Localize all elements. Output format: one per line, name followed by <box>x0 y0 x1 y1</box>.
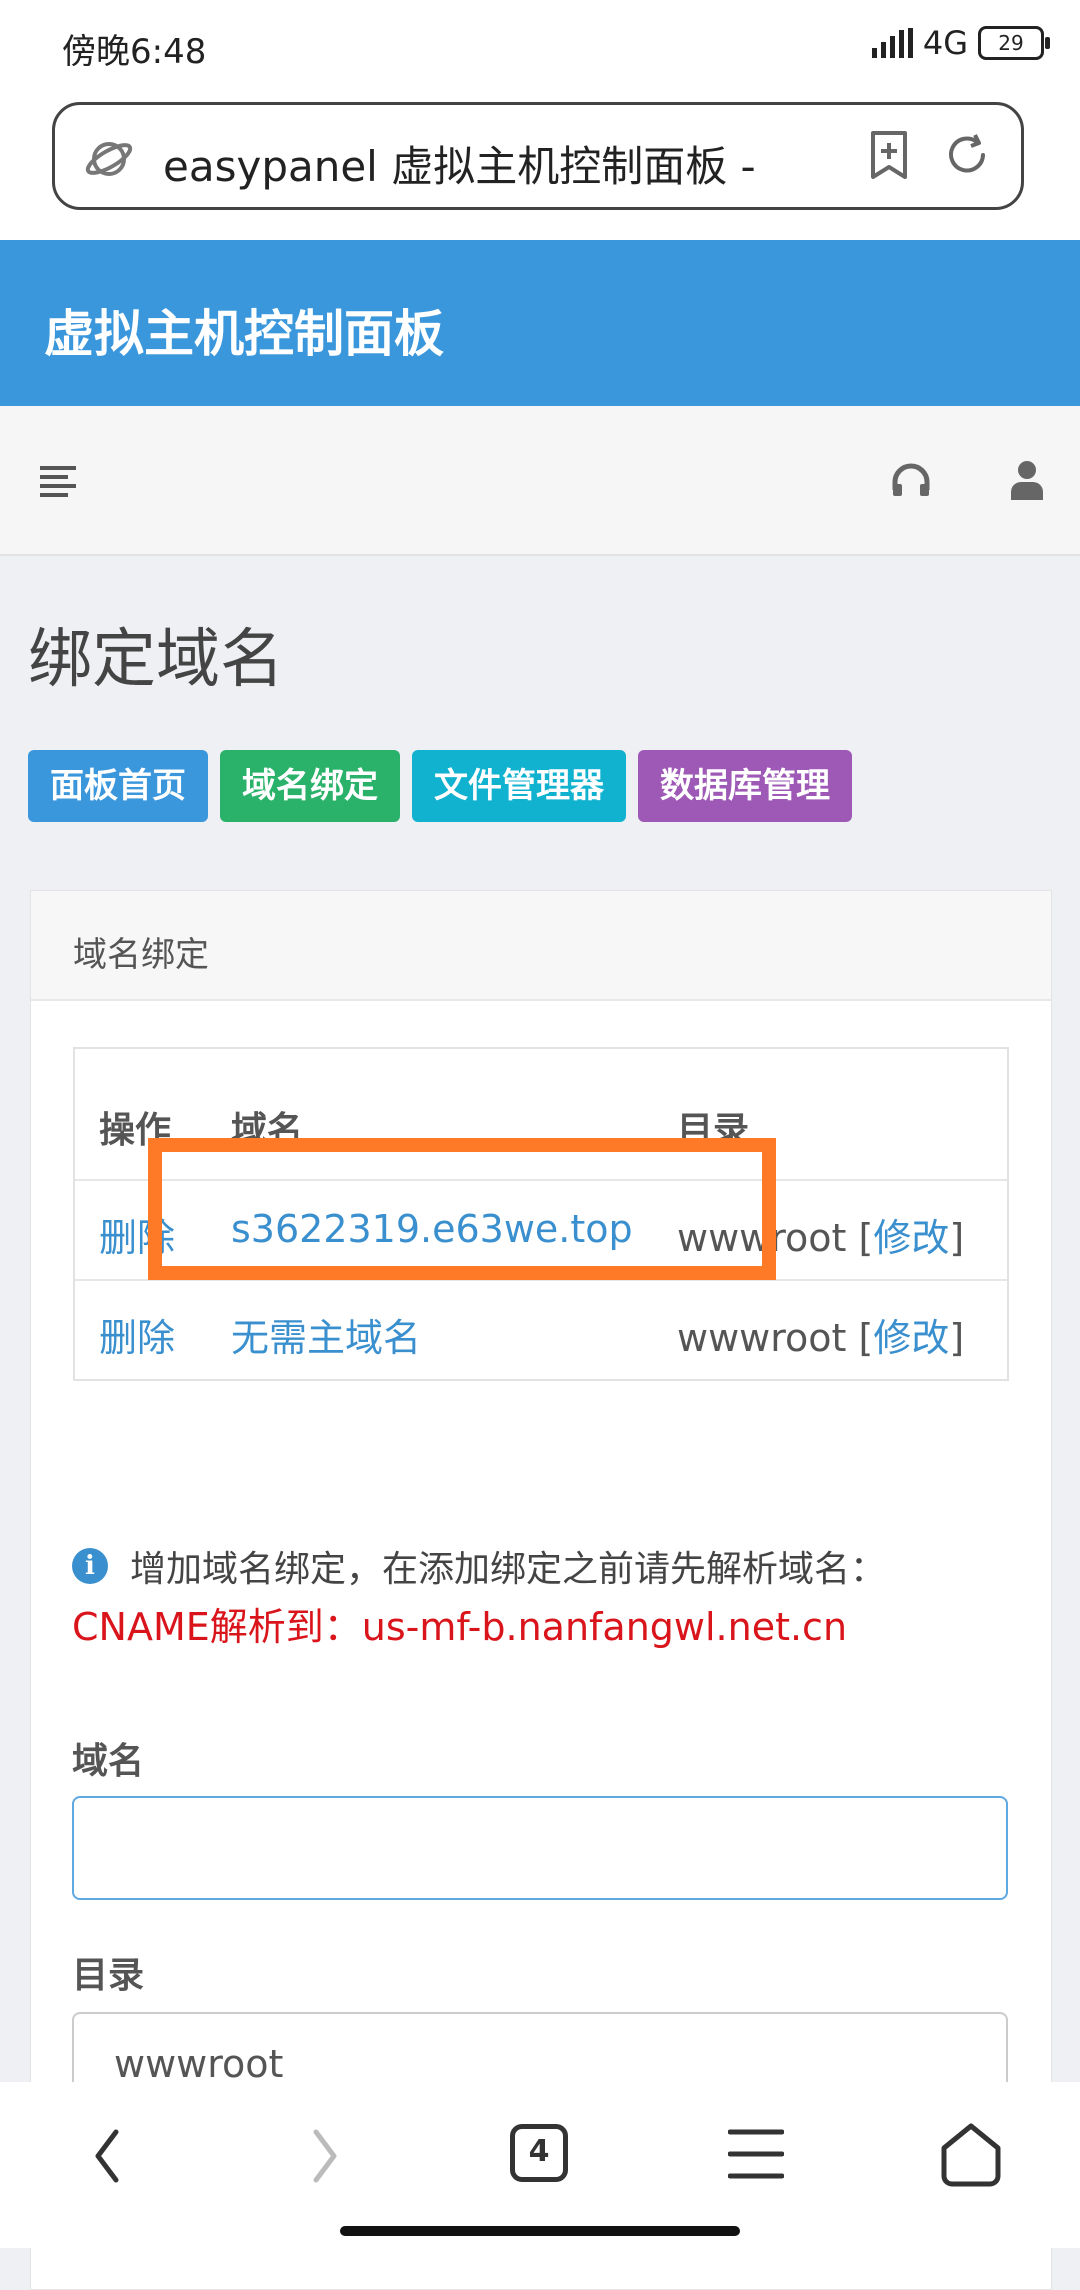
info-text: 增加域名绑定，在添加绑定之前请先解析域名： <box>130 1549 887 1590</box>
directory-field-label: 目录 <box>72 1955 145 1996</box>
info-icon: i <box>72 1548 108 1584</box>
menu-icon[interactable] <box>40 462 80 498</box>
tabs-button[interactable]: 4 <box>510 2124 568 2182</box>
tab-count: 4 <box>528 2134 550 2169</box>
status-indicators: 4G 29 <box>871 24 1050 62</box>
user-icon[interactable] <box>1010 460 1044 500</box>
domain-binding-button[interactable]: 域名绑定 <box>220 750 400 822</box>
app-header: 虚拟主机控制面板 <box>0 240 1080 406</box>
highlight-box <box>148 1138 776 1280</box>
delete-link[interactable]: 删除 <box>99 1307 175 1362</box>
refresh-icon[interactable] <box>941 129 993 181</box>
edit-link[interactable]: 修改 <box>873 1216 949 1260</box>
forward-icon[interactable] <box>310 2128 340 2184</box>
cname-instruction: CNAME解析到：us-mf-b.nanfangwl.net.cn <box>72 1605 848 1649</box>
card-header: 域名绑定 <box>31 891 1051 1001</box>
home-icon[interactable] <box>938 2120 1004 2188</box>
hamburger-menu-icon[interactable] <box>728 2128 784 2180</box>
browser-address-bar: easypanel 虚拟主机控制面板 - <box>0 96 1080 240</box>
status-time: 傍晚6:48 <box>62 32 207 72</box>
panel-home-button[interactable]: 面板首页 <box>28 750 208 822</box>
signal-icon <box>871 28 913 58</box>
battery-icon: 29 <box>978 26 1050 60</box>
card-title: 域名绑定 <box>73 935 209 975</box>
domain-input[interactable] <box>72 1796 1008 1900</box>
table-row: 删除 无需主域名 wwwroot [修改] <box>75 1279 1007 1379</box>
database-manager-button[interactable]: 数据库管理 <box>638 750 852 822</box>
browser-bottom-nav: 4 <box>0 2082 1080 2248</box>
site-planet-icon <box>85 142 133 176</box>
url-box[interactable]: easypanel 虚拟主机控制面板 - <box>52 102 1024 210</box>
headset-support-icon[interactable] <box>890 462 932 500</box>
directory-value: wwwroot <box>677 1316 847 1360</box>
top-toolbar <box>0 406 1080 556</box>
domain-link[interactable]: 无需主域名 <box>231 1307 421 1362</box>
info-message: i 增加域名绑定，在添加绑定之前请先解析域名： <box>72 1540 886 1592</box>
status-bar: 傍晚6:48 4G 29 <box>0 0 1080 96</box>
page-title: 绑定域名 <box>28 623 284 697</box>
file-manager-button[interactable]: 文件管理器 <box>412 750 626 822</box>
directory-cell: wwwroot [修改] <box>677 1316 965 1360</box>
app-title: 虚拟主机控制面板 <box>44 305 444 363</box>
back-icon[interactable] <box>92 2128 122 2184</box>
nav-button-row: 面板首页 域名绑定 文件管理器 数据库管理 <box>28 750 852 822</box>
gesture-home-bar <box>340 2226 740 2236</box>
url-title[interactable]: easypanel 虚拟主机控制面板 - <box>163 133 823 194</box>
edit-link[interactable]: 修改 <box>873 1316 949 1360</box>
domain-field-label: 域名 <box>72 1741 145 1782</box>
bookmark-add-icon[interactable] <box>867 129 911 181</box>
network-type: 4G <box>922 24 968 62</box>
